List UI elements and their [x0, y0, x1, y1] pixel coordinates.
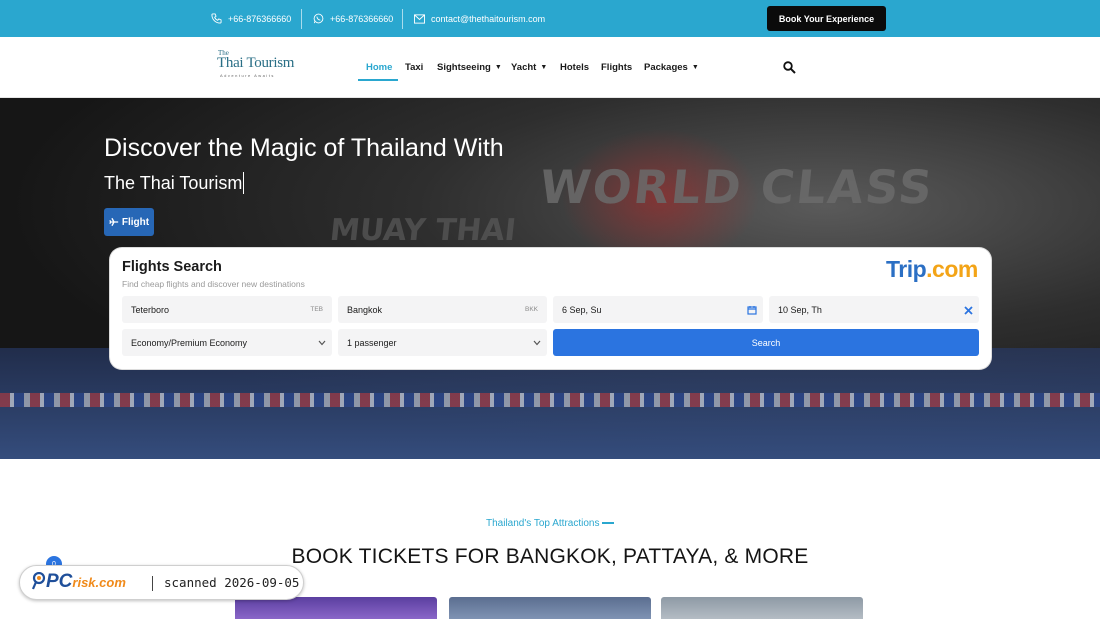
nav-item-yacht[interactable]: Yacht ▼: [511, 62, 547, 73]
passengers-value: 1 passenger: [347, 338, 397, 348]
whatsapp-contact[interactable]: +66-876366660: [313, 0, 393, 37]
phone-contact[interactable]: +66-876366660: [211, 0, 291, 37]
brand-suffix: .com: [926, 256, 978, 282]
return-date-field[interactable]: 10 Sep, Th: [769, 296, 979, 323]
divider: [152, 576, 153, 591]
nav-item-flights[interactable]: Flights: [601, 62, 632, 73]
attraction-card-image[interactable]: [449, 597, 651, 619]
destination-value: Bangkok: [347, 305, 383, 315]
destination-field[interactable]: Bangkok BKK: [338, 296, 547, 323]
nav-item-hotels[interactable]: Hotels: [560, 62, 589, 73]
attraction-card-image[interactable]: [235, 597, 437, 619]
divider: [301, 9, 302, 29]
hero-background-sign: WORLD CLASS: [537, 160, 937, 214]
section-tagline: Thailand's Top Attractions: [486, 518, 600, 529]
pcrisk-logo-risk: risk.com: [72, 575, 126, 590]
flight-search-button[interactable]: Search: [553, 329, 979, 356]
phone-icon: [211, 13, 222, 24]
pcrisk-scan-stamp: PCrisk.com scanned 2026-09-05: [19, 565, 304, 600]
airplane-icon: [109, 217, 119, 227]
text-cursor: [243, 172, 245, 194]
trip-com-logo[interactable]: Trip.com: [886, 256, 978, 283]
chevron-down-icon: [533, 340, 541, 346]
nav-item-label: Yacht: [511, 62, 537, 73]
nav-item-packages[interactable]: Packages ▼: [644, 62, 699, 73]
pcrisk-logo-pc: PC: [46, 571, 73, 592]
hero-subtitle: The Thai Tourism: [104, 173, 243, 193]
cabin-class-value: Economy/Premium Economy: [131, 338, 248, 348]
email-icon: [414, 13, 425, 24]
hero-background-sign-2: MUAY THAI: [328, 213, 518, 248]
scan-date-text: scanned 2026-09-05: [164, 575, 300, 590]
origin-code: TEB: [310, 306, 323, 313]
chevron-down-icon: ▼: [540, 64, 548, 71]
email-address: contact@thethaitourism.com: [431, 13, 546, 24]
flight-tab[interactable]: Flight: [104, 208, 154, 236]
phone-number: +66-876366660: [228, 13, 292, 24]
whatsapp-icon: [313, 13, 324, 24]
nav-item-label: Packages: [644, 62, 688, 73]
nav-item-taxi[interactable]: Taxi: [405, 62, 423, 73]
widget-subtitle: Find cheap flights and discover new dest…: [122, 279, 305, 289]
whatsapp-number: +66-876366660: [330, 13, 394, 24]
passengers-select[interactable]: 1 passenger: [338, 329, 547, 356]
depart-date-value: 6 Sep, Su: [562, 305, 602, 315]
origin-value: Teterboro: [131, 305, 170, 315]
depart-date-field[interactable]: 6 Sep, Su: [553, 296, 763, 323]
nav-item-sightseeing[interactable]: Sightseeing ▼: [437, 62, 502, 73]
logo-name: Thai Tourism: [217, 55, 295, 71]
chevron-down-icon: ▼: [691, 64, 699, 71]
flight-tab-label: Flight: [121, 216, 150, 228]
calendar-icon: [747, 306, 757, 315]
brand-name: Trip: [886, 256, 927, 282]
flight-search-widget: Flights Search Find cheap flights and di…: [110, 248, 991, 369]
cabin-class-select[interactable]: Economy/Premium Economy: [122, 329, 332, 356]
magnifier-icon: [31, 571, 46, 590]
hero-background-flags: [0, 393, 1100, 407]
close-icon[interactable]: [964, 306, 973, 315]
chevron-down-icon: ▼: [494, 64, 502, 71]
main-navigation: The Thai Tourism Adventure Awaits Home T…: [0, 37, 1100, 98]
return-date-value: 10 Sep, Th: [778, 305, 822, 315]
chevron-down-icon: [318, 340, 326, 346]
section-tag-dash: [602, 522, 614, 524]
active-nav-indicator: [358, 79, 398, 81]
nav-item-label: Sightseeing: [437, 62, 491, 73]
search-icon[interactable]: [783, 61, 796, 74]
hero-title: Discover the Magic of Thailand With: [104, 134, 504, 162]
book-experience-button[interactable]: Book Your Experience: [767, 6, 886, 31]
logo-tagline: Adventure Awaits: [220, 73, 275, 78]
pcrisk-logo: PCrisk.com: [31, 571, 126, 593]
email-contact[interactable]: contact@thethaitourism.com: [414, 0, 545, 37]
nav-item-home[interactable]: Home: [366, 62, 392, 73]
divider: [402, 9, 403, 29]
widget-title: Flights Search: [122, 259, 222, 275]
attraction-card-image[interactable]: [661, 597, 863, 619]
hero-subtitle-wrap: The Thai Tourism: [104, 172, 245, 194]
destination-code: BKK: [524, 306, 538, 313]
top-contact-bar: +66-876366660 +66-876366660 contact@thet…: [0, 0, 1100, 37]
site-logo[interactable]: The Thai Tourism Adventure Awaits: [216, 49, 296, 81]
origin-field[interactable]: Teterboro TEB: [122, 296, 332, 323]
